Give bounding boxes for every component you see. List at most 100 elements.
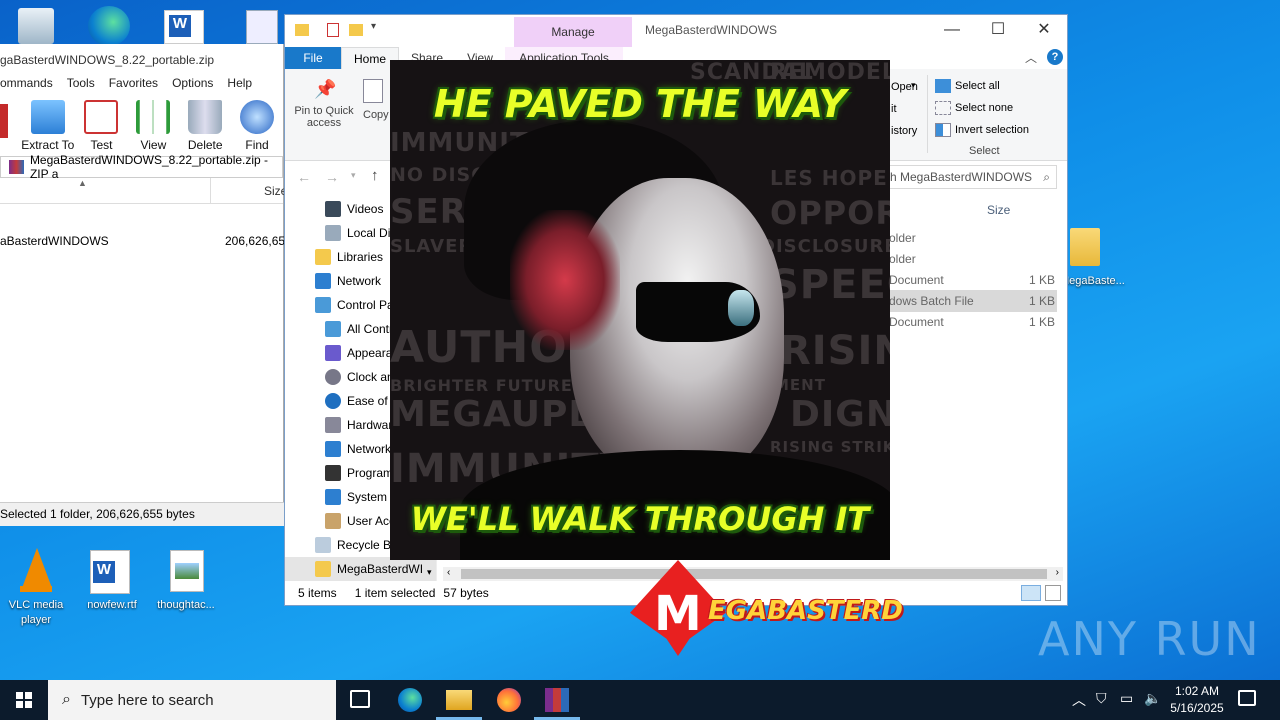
meme-top-caption: HE PAVED THE WAY — [433, 82, 847, 126]
menu-options[interactable]: Options — [172, 76, 213, 96]
column-size-header[interactable]: Size — [987, 203, 1010, 217]
search-box[interactable]: h MegaBasterdWINDOWS ⌕ — [885, 165, 1057, 189]
minimize-button[interactable]: — — [929, 15, 975, 45]
large-icons-view-icon[interactable] — [1045, 585, 1061, 601]
file-type: older — [889, 231, 916, 245]
show-hidden-icons-chevron[interactable]: ︿ — [1072, 690, 1086, 710]
find-button[interactable]: Find — [231, 100, 283, 152]
clock-date: 5/16/2025 — [1170, 701, 1224, 715]
properties-icon[interactable] — [327, 23, 339, 37]
list-item[interactable]: Document 1 KB — [885, 311, 1057, 333]
details-view-icon[interactable] — [1021, 585, 1041, 601]
network-sharing-icon — [325, 441, 341, 457]
list-item[interactable]: older — [885, 227, 1057, 249]
delete-button[interactable]: Delete — [179, 100, 231, 152]
qat-chevron-icon[interactable]: ▾ — [371, 21, 376, 32]
image-desktop-icon[interactable] — [246, 10, 278, 44]
select-all-button[interactable]: Select all — [935, 79, 1000, 93]
security-tray-icon[interactable]: ⛉ — [1096, 690, 1107, 707]
folder-small-icon — [295, 24, 309, 36]
menu-favorites[interactable]: Favorites — [109, 76, 158, 96]
add-icon[interactable] — [0, 104, 8, 138]
menu-help[interactable]: Help — [227, 76, 252, 96]
logo-text: EGABASTERD — [708, 596, 903, 626]
word-desktop-icon[interactable]: W — [164, 10, 204, 44]
file-type: Document — [889, 273, 944, 287]
start-button[interactable] — [0, 680, 48, 720]
edit-button[interactable]: it — [891, 103, 897, 115]
rtf-file-icon[interactable]: W — [90, 550, 130, 594]
invert-selection-button[interactable]: Invert selection — [935, 123, 1029, 137]
volume-tray-icon[interactable]: 🔈 — [1144, 690, 1161, 707]
clock-time: 1:02 AM — [1174, 684, 1220, 698]
programs-icon — [325, 465, 341, 481]
background-word: LES HOPE — [770, 166, 888, 190]
ribbon-collapse-icon[interactable]: ︿ — [1025, 49, 1037, 66]
image-file-icon[interactable] — [170, 550, 204, 592]
rtf-file-label: nowfew.rtf — [87, 599, 137, 611]
menu-commands[interactable]: ommands — [0, 76, 53, 96]
table-row[interactable]: aBasterdWINDOWS 206,626,655 — [0, 230, 292, 252]
menu-tools[interactable]: Tools — [67, 76, 95, 96]
new-folder-icon[interactable] — [349, 24, 363, 36]
background-word: BRIGHTER FUTURE — [390, 376, 573, 395]
test-button[interactable]: Test — [76, 100, 128, 152]
copy-button[interactable]: Copy — [363, 79, 393, 121]
archive-path-bar[interactable]: MegaBasterdWINDOWS_8.22_portable.zip - Z… — [0, 153, 283, 181]
pin-quick-access-button[interactable]: 📌 Pin to Quick access — [289, 79, 359, 129]
clock[interactable]: 1:02 AM 5/16/2025 — [1164, 683, 1230, 717]
winrar-window: gaBasterdWINDOWS_8.22_portable.zip omman… — [0, 44, 292, 526]
tab-file[interactable]: File — [285, 47, 341, 69]
edge-desktop-icon[interactable] — [88, 6, 130, 46]
back-arrow-icon[interactable]: ← — [297, 169, 311, 185]
file-size: 1 KB — [1029, 294, 1056, 308]
search-input[interactable]: Type here to search — [81, 692, 214, 709]
file-name: aBasterdWINDOWS — [0, 234, 109, 248]
list-item-selected[interactable]: dows Batch File 1 KB — [885, 290, 1057, 312]
item-count: 5 items — [298, 586, 337, 600]
sort-arrow-icon[interactable]: ▲ — [78, 178, 87, 188]
view-button[interactable]: View — [127, 100, 179, 152]
nav-scroll-down-icon[interactable]: ▾ — [427, 567, 432, 578]
scroll-right-icon[interactable]: › — [1056, 567, 1059, 578]
edge-taskbar-icon[interactable] — [398, 688, 422, 712]
disk-icon — [325, 225, 341, 241]
nav-megabasterd-folder[interactable]: MegaBasterdWI — [285, 557, 436, 581]
recent-dropdown-icon[interactable]: ▾ — [351, 170, 356, 181]
maximize-button[interactable]: ☐ — [975, 15, 1021, 45]
close-button[interactable]: ✕ — [1021, 15, 1067, 45]
search-icon: ⌕ — [1043, 169, 1050, 184]
appearance-icon — [325, 345, 341, 361]
manage-context-tab[interactable]: Manage — [514, 17, 632, 47]
taskbar-search-box[interactable]: ⌕ Type here to search — [48, 680, 336, 720]
file-explorer-taskbar-icon[interactable] — [446, 690, 472, 710]
winrar-title: gaBasterdWINDOWS_8.22_portable.zip — [0, 44, 283, 76]
task-view-icon[interactable] — [350, 690, 370, 708]
recycle-bin-icon[interactable] — [18, 8, 54, 44]
background-word: DISCLOSURE FAIR — [760, 236, 890, 257]
select-none-button[interactable]: Select none — [935, 101, 1013, 115]
forward-arrow-icon[interactable]: → — [325, 169, 339, 185]
list-item[interactable]: Document 1 KB — [885, 269, 1057, 291]
winrar-taskbar-icon[interactable] — [545, 688, 569, 712]
up-arrow-icon[interactable]: ↑ — [371, 167, 379, 184]
open-dropdown-icon[interactable]: ▾ — [911, 80, 916, 91]
scroll-left-icon[interactable]: ‹ — [447, 567, 450, 578]
notification-center-icon[interactable] — [1238, 690, 1256, 706]
file-type: older — [889, 252, 916, 266]
anyrun-watermark: ANY RUN — [1038, 612, 1261, 666]
network-tray-icon[interactable]: ▭ — [1120, 690, 1133, 707]
select-all-icon — [935, 79, 951, 93]
meme-image: NO DISCRETION IMMUNITY SERVITUDE SLAVERY… — [390, 60, 890, 560]
list-item[interactable]: older — [885, 248, 1057, 270]
clock-icon — [325, 369, 341, 385]
firefox-taskbar-icon[interactable] — [497, 688, 521, 712]
search-input[interactable]: h MegaBasterdWINDOWS — [890, 170, 1043, 184]
select-group-label: Select — [969, 145, 1000, 157]
help-icon[interactable]: ? — [1047, 49, 1063, 65]
vlc-icon[interactable] — [20, 548, 54, 594]
folder-desktop-icon[interactable] — [1070, 228, 1100, 266]
trash-icon — [188, 100, 223, 134]
history-button[interactable]: istory — [891, 125, 917, 137]
extract-to-button[interactable]: Extract To — [20, 100, 76, 152]
